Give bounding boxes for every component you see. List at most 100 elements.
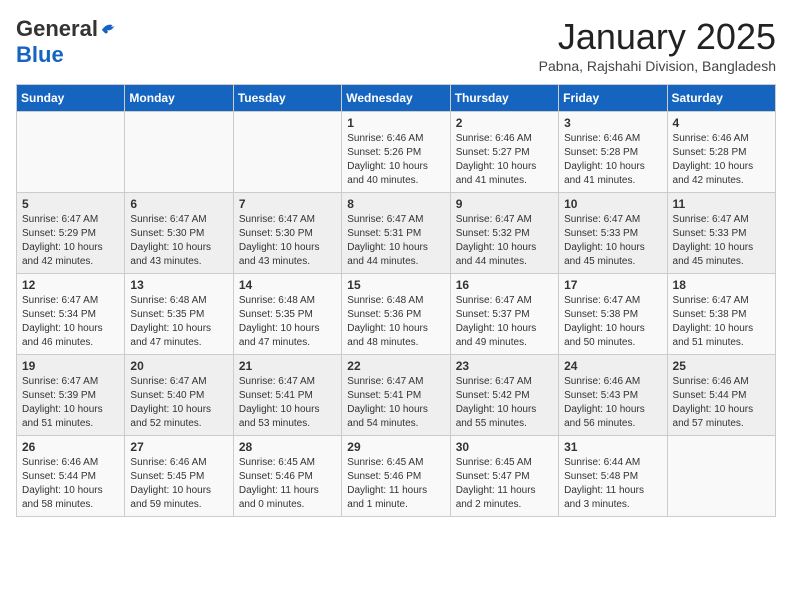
calendar-header-row: SundayMondayTuesdayWednesdayThursdayFrid… (17, 85, 776, 112)
daylight-text: Daylight: 11 hours and 2 minutes. (456, 485, 536, 510)
day-number: 29 (347, 440, 444, 454)
day-number: 18 (673, 278, 770, 292)
calendar-cell: 31Sunrise: 6:44 AMSunset: 5:48 PMDayligh… (559, 436, 667, 517)
sunrise-text: Sunrise: 6:47 AM (239, 376, 315, 387)
sunset-text: Sunset: 5:27 PM (456, 147, 530, 158)
weekday-header-thursday: Thursday (450, 85, 558, 112)
weekday-header-saturday: Saturday (667, 85, 775, 112)
sunset-text: Sunset: 5:32 PM (456, 228, 530, 239)
calendar-cell: 22Sunrise: 6:47 AMSunset: 5:41 PMDayligh… (342, 355, 450, 436)
day-info: Sunrise: 6:46 AMSunset: 5:44 PMDaylight:… (22, 456, 119, 512)
calendar-cell: 2Sunrise: 6:46 AMSunset: 5:27 PMDaylight… (450, 112, 558, 193)
location-subtitle: Pabna, Rajshahi Division, Bangladesh (539, 58, 776, 74)
calendar-cell: 12Sunrise: 6:47 AMSunset: 5:34 PMDayligh… (17, 274, 125, 355)
daylight-text: Daylight: 10 hours and 46 minutes. (22, 323, 103, 348)
day-info: Sunrise: 6:46 AMSunset: 5:43 PMDaylight:… (564, 375, 661, 431)
day-number: 10 (564, 197, 661, 211)
day-info: Sunrise: 6:46 AMSunset: 5:44 PMDaylight:… (673, 375, 770, 431)
day-number: 22 (347, 359, 444, 373)
sunrise-text: Sunrise: 6:47 AM (239, 214, 315, 225)
sunrise-text: Sunrise: 6:48 AM (347, 295, 423, 306)
day-info: Sunrise: 6:47 AMSunset: 5:39 PMDaylight:… (22, 375, 119, 431)
calendar-cell: 25Sunrise: 6:46 AMSunset: 5:44 PMDayligh… (667, 355, 775, 436)
daylight-text: Daylight: 10 hours and 58 minutes. (22, 485, 103, 510)
day-number: 23 (456, 359, 553, 373)
sunrise-text: Sunrise: 6:47 AM (673, 214, 749, 225)
day-number: 2 (456, 116, 553, 130)
day-info: Sunrise: 6:47 AMSunset: 5:37 PMDaylight:… (456, 294, 553, 350)
daylight-text: Daylight: 10 hours and 43 minutes. (130, 242, 211, 267)
logo-blue-text: Blue (16, 42, 64, 67)
sunset-text: Sunset: 5:40 PM (130, 390, 204, 401)
day-number: 11 (673, 197, 770, 211)
sunset-text: Sunset: 5:28 PM (564, 147, 638, 158)
day-number: 9 (456, 197, 553, 211)
weekday-header-wednesday: Wednesday (342, 85, 450, 112)
title-block: January 2025 Pabna, Rajshahi Division, B… (539, 16, 776, 74)
logo-bird-icon (100, 20, 118, 38)
sunrise-text: Sunrise: 6:47 AM (22, 295, 98, 306)
daylight-text: Daylight: 10 hours and 41 minutes. (456, 161, 537, 186)
day-info: Sunrise: 6:48 AMSunset: 5:36 PMDaylight:… (347, 294, 444, 350)
sunset-text: Sunset: 5:47 PM (456, 471, 530, 482)
calendar-cell: 18Sunrise: 6:47 AMSunset: 5:38 PMDayligh… (667, 274, 775, 355)
sunrise-text: Sunrise: 6:48 AM (130, 295, 206, 306)
sunrise-text: Sunrise: 6:47 AM (347, 376, 423, 387)
day-info: Sunrise: 6:45 AMSunset: 5:46 PMDaylight:… (239, 456, 336, 512)
day-number: 3 (564, 116, 661, 130)
calendar-cell: 13Sunrise: 6:48 AMSunset: 5:35 PMDayligh… (125, 274, 233, 355)
day-number: 14 (239, 278, 336, 292)
calendar-week-row: 26Sunrise: 6:46 AMSunset: 5:44 PMDayligh… (17, 436, 776, 517)
sunrise-text: Sunrise: 6:47 AM (564, 214, 640, 225)
day-info: Sunrise: 6:46 AMSunset: 5:28 PMDaylight:… (564, 132, 661, 188)
day-number: 12 (22, 278, 119, 292)
calendar-cell: 16Sunrise: 6:47 AMSunset: 5:37 PMDayligh… (450, 274, 558, 355)
day-number: 7 (239, 197, 336, 211)
sunset-text: Sunset: 5:35 PM (239, 309, 313, 320)
day-info: Sunrise: 6:46 AMSunset: 5:26 PMDaylight:… (347, 132, 444, 188)
daylight-text: Daylight: 10 hours and 42 minutes. (673, 161, 754, 186)
day-info: Sunrise: 6:47 AM Sunset: 5:32 PM Daylight:… (456, 213, 553, 269)
day-number: 17 (564, 278, 661, 292)
calendar-table: SundayMondayTuesdayWednesdayThursdayFrid… (16, 84, 776, 517)
calendar-cell: 26Sunrise: 6:46 AMSunset: 5:44 PMDayligh… (17, 436, 125, 517)
sunset-text: Sunset: 5:33 PM (673, 228, 747, 239)
sunrise-text: Sunrise: 6:45 AM (239, 457, 315, 468)
day-number: 27 (130, 440, 227, 454)
day-info: Sunrise: 6:47 AMSunset: 5:31 PMDaylight:… (347, 213, 444, 269)
calendar-cell: 30 Sunrise: 6:45 AMSunset: 5:47 PMDayligh… (450, 436, 558, 517)
sunrise-text: Sunrise: 6:47 AM (456, 214, 532, 225)
day-number: 30 (456, 440, 553, 454)
sunrise-text: Sunrise: 6:47 AM (456, 376, 532, 387)
sunrise-text: Sunrise: 6:46 AM (564, 133, 640, 144)
logo-general-text: General (16, 16, 98, 42)
calendar-cell (17, 112, 125, 193)
calendar-cell: 3Sunrise: 6:46 AMSunset: 5:28 PMDaylight… (559, 112, 667, 193)
daylight-text: Daylight: 10 hours and 44 minutes. (456, 242, 537, 267)
daylight-text: Daylight: 10 hours and 51 minutes. (22, 404, 103, 429)
daylight-text: Daylight: 10 hours and 51 minutes. (673, 323, 754, 348)
daylight-text: Daylight: 10 hours and 52 minutes. (130, 404, 211, 429)
sunrise-text: Sunrise: 6:47 AM (456, 295, 532, 306)
sunset-text: Sunset: 5:44 PM (673, 390, 747, 401)
daylight-text: Daylight: 11 hours and 3 minutes. (564, 485, 644, 510)
calendar-week-row: 1Sunrise: 6:46 AMSunset: 5:26 PMDaylight… (17, 112, 776, 193)
weekday-header-friday: Friday (559, 85, 667, 112)
sunset-text: Sunset: 5:48 PM (564, 471, 638, 482)
sunset-text: Sunset: 5:29 PM (22, 228, 96, 239)
page-header: General Blue January 2025 Pabna, Rajshah… (16, 16, 776, 74)
day-number: 8 (347, 197, 444, 211)
daylight-text: Daylight: 10 hours and 47 minutes. (239, 323, 320, 348)
sunrise-text: Sunrise: 6:47 AM (130, 214, 206, 225)
sunset-text: Sunset: 5:46 PM (239, 471, 313, 482)
sunset-text: Sunset: 5:26 PM (347, 147, 421, 158)
sunset-text: Sunset: 5:33 PM (564, 228, 638, 239)
logo: General Blue (16, 16, 118, 68)
calendar-cell (233, 112, 341, 193)
day-number: 31 (564, 440, 661, 454)
sunrise-text: Sunrise: 6:47 AM (347, 214, 423, 225)
day-number: 13 (130, 278, 227, 292)
sunset-text: Sunset: 5:37 PM (456, 309, 530, 320)
sunrise-text: Sunrise: 6:46 AM (347, 133, 423, 144)
day-info: Sunrise: 6:45 AMSunset: 5:47 PMDaylight:… (456, 456, 553, 512)
